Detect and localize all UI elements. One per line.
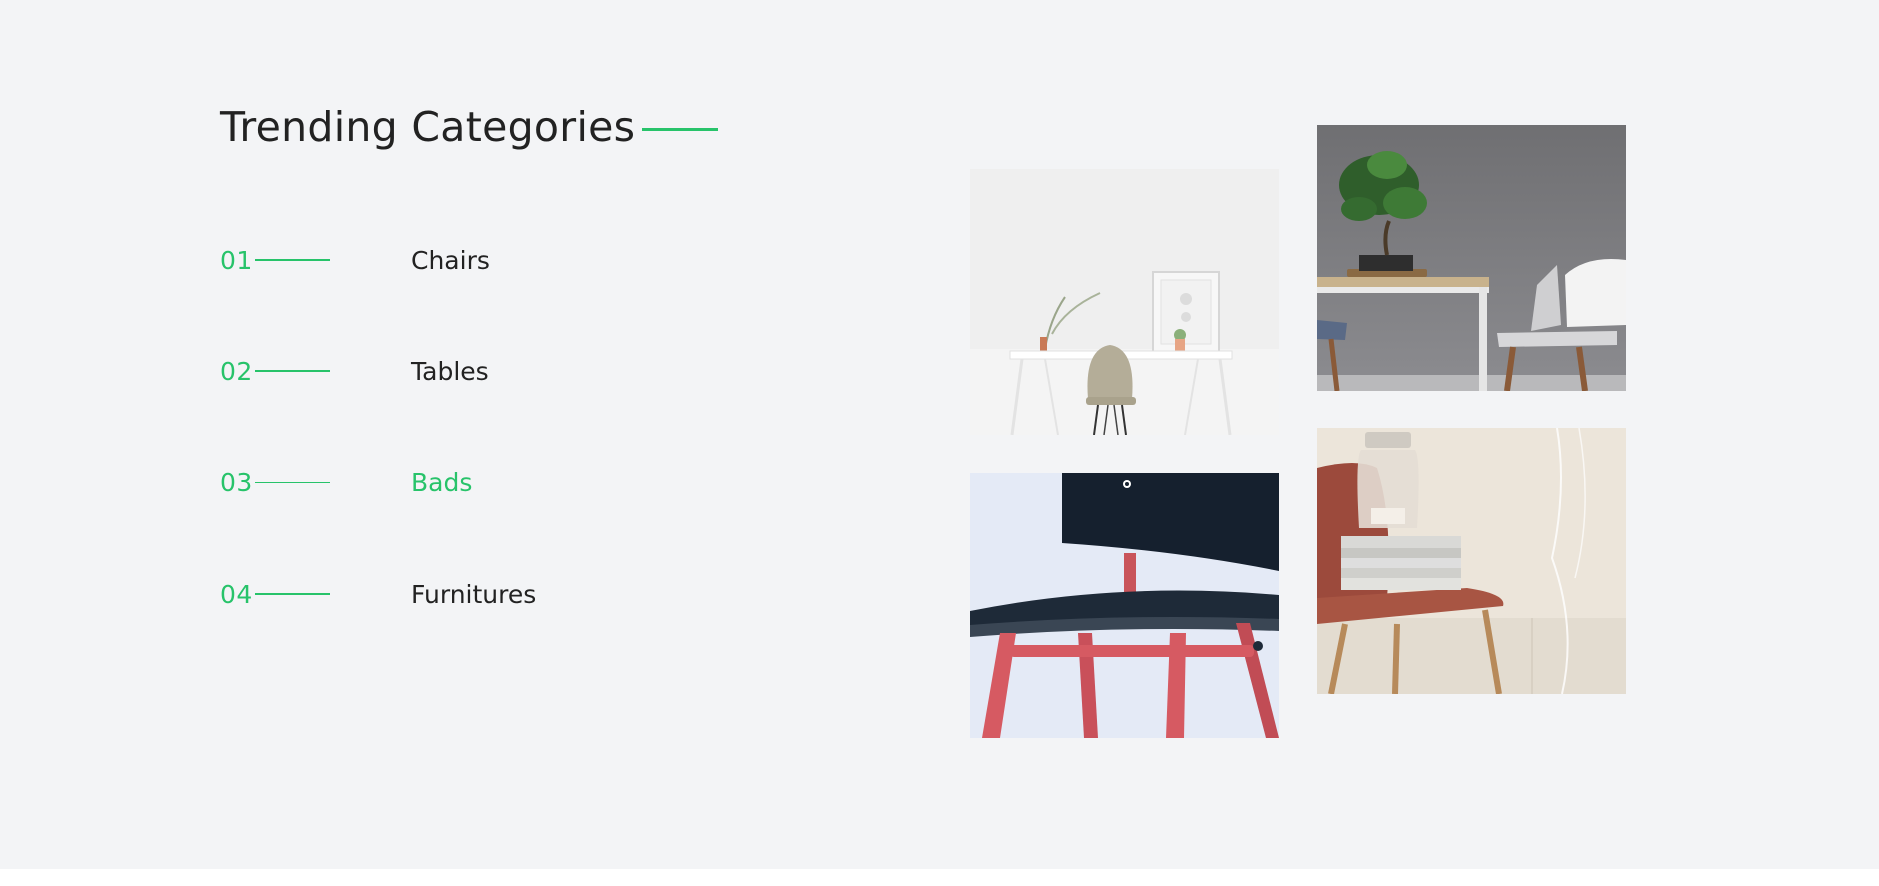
trending-categories-section: Trending Categories 01 Chairs 02 Tables … xyxy=(0,0,1879,869)
section-header: Trending Categories xyxy=(220,103,719,151)
category-line xyxy=(255,481,330,483)
category-number: 04 xyxy=(220,579,253,609)
bonsai-table-photo[interactable] xyxy=(1317,125,1626,391)
category-label: Furnitures xyxy=(411,579,537,609)
white-desk-chair-photo[interactable] xyxy=(970,169,1279,435)
category-line xyxy=(255,593,330,595)
title-accent-line xyxy=(642,127,719,131)
section-title: Trending Categories xyxy=(220,103,636,151)
category-item-bads[interactable]: 03 Bads xyxy=(220,462,780,502)
velvet-chair-photo[interactable] xyxy=(1317,428,1626,694)
category-label: Chairs xyxy=(411,245,490,275)
red-black-chair-photo[interactable] xyxy=(970,473,1279,738)
category-line xyxy=(255,259,330,261)
category-number: 01 xyxy=(220,245,253,275)
category-line xyxy=(255,370,330,372)
category-label: Bads xyxy=(411,467,473,497)
category-item-furnitures[interactable]: 04 Furnitures xyxy=(220,574,780,614)
category-item-chairs[interactable]: 01 Chairs xyxy=(220,240,780,280)
category-item-tables[interactable]: 02 Tables xyxy=(220,351,780,391)
category-number: 02 xyxy=(220,356,253,386)
category-number: 03 xyxy=(220,467,253,497)
category-label: Tables xyxy=(411,356,489,386)
